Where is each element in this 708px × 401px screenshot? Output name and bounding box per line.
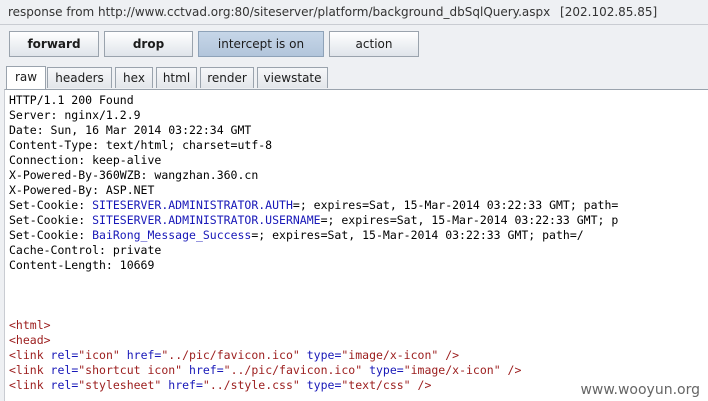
href-value: "../pic/favicon.ico" — [161, 348, 300, 362]
tab-render[interactable]: render — [200, 67, 254, 88]
cookie-attributes: =; expires=Sat, 15-Mar-2014 03:22:33 GMT… — [292, 198, 619, 212]
set-cookie-prefix: Set-Cookie: — [9, 228, 93, 242]
tab-raw[interactable]: raw — [6, 66, 46, 89]
watermark: www.wooyun.org — [578, 382, 702, 398]
cookie-attributes: =; expires=Sat, 15-Mar-2014 03:22:33 GMT… — [320, 213, 619, 227]
tab-html[interactable]: html — [156, 67, 197, 88]
href-value: "../pic/favicon.ico" — [223, 363, 363, 377]
type-value: "image/x-icon" — [403, 363, 501, 377]
date-header: Date: Sun, 16 Mar 2014 03:22:34 GMT — [9, 123, 252, 137]
type-value: "text/css" — [341, 378, 411, 392]
href-attribute: href= — [119, 348, 162, 362]
head-open-tag: <head> — [9, 333, 51, 347]
action-button[interactable]: action — [329, 31, 419, 57]
link-tag-line: <link rel="stylesheet" href="../style.cs… — [9, 378, 431, 393]
cache-control-header: Cache-Control: private — [9, 243, 162, 257]
toolbar: forward drop intercept is on action — [0, 25, 708, 63]
link-tag-close: /> — [438, 348, 460, 362]
set-cookie-prefix: Set-Cookie: — [9, 198, 93, 212]
cookie-attributes: =; expires=Sat, 15-Mar-2014 03:22:33 GMT… — [251, 228, 584, 242]
rel-attribute: rel= — [43, 348, 79, 362]
href-value: "../style.css" — [202, 378, 300, 392]
tab-headers[interactable]: headers — [47, 67, 112, 88]
href-attribute: href= — [182, 363, 224, 377]
rel-attribute: rel= — [43, 363, 79, 377]
set-cookie-line: Set-Cookie: SITESERVER.ADMINISTRATOR.USE… — [9, 213, 618, 228]
html-open-tag: <html> — [9, 318, 51, 332]
response-header-bar: response from http://www.cctvad.org:80/s… — [0, 0, 708, 25]
rel-value: "icon" — [78, 348, 120, 362]
link-tag-open: <link — [9, 378, 44, 392]
content-type-header: Content-Type: text/html; charset=utf-8 — [9, 138, 273, 152]
link-tag-close: /> — [500, 363, 522, 377]
set-cookie-line: Set-Cookie: BaiRong_Message_Success=; ex… — [9, 228, 584, 243]
cookie-name: SITESERVER.ADMINISTRATOR.USERNAME — [92, 213, 321, 227]
link-tag-close: /> — [410, 378, 432, 392]
rel-value: "stylesheet" — [78, 378, 162, 392]
server-header: Server: nginx/1.2.9 — [9, 108, 141, 122]
href-attribute: href= — [161, 378, 203, 392]
cookie-name: BaiRong_Message_Success — [92, 228, 252, 242]
response-url-label: response from http://www.cctvad.org:80/s… — [8, 5, 551, 19]
view-tabs: raw headers hex html render viewstate — [0, 64, 708, 89]
drop-button[interactable]: drop — [104, 31, 193, 57]
tab-hex[interactable]: hex — [115, 67, 153, 88]
set-cookie-prefix: Set-Cookie: — [9, 213, 93, 227]
forward-button[interactable]: forward — [9, 31, 99, 57]
content-length-header: Content-Length: 10669 — [9, 258, 155, 272]
link-tag-line: <link rel="shortcut icon" href="../pic/f… — [9, 363, 521, 378]
rel-value: "shortcut icon" — [78, 363, 183, 377]
link-tag-open: <link — [9, 363, 44, 377]
type-attribute: type= — [362, 363, 404, 377]
tab-viewstate[interactable]: viewstate — [257, 67, 328, 88]
powered-by-360-header: X-Powered-By-360WZB: wangzhan.360.cn — [9, 168, 259, 182]
type-attribute: type= — [299, 348, 342, 362]
raw-response-pane[interactable]: HTTP/1.1 200 Found Server: nginx/1.2.9 D… — [4, 89, 708, 401]
intercept-toggle-button[interactable]: intercept is on — [198, 31, 324, 57]
type-value: "image/x-icon" — [341, 348, 439, 362]
set-cookie-line: Set-Cookie: SITESERVER.ADMINISTRATOR.AUT… — [9, 198, 618, 213]
link-tag-open: <link — [9, 348, 44, 362]
link-tag-line: <link rel="icon" href="../pic/favicon.ic… — [9, 348, 459, 363]
type-attribute: type= — [299, 378, 342, 392]
cookie-name: SITESERVER.ADMINISTRATOR.AUTH — [92, 198, 293, 212]
status-line: HTTP/1.1 200 Found — [9, 93, 134, 107]
powered-by-header: X-Powered-By: ASP.NET — [9, 183, 155, 197]
response-ip: [202.102.85.85] — [560, 5, 658, 19]
connection-header: Connection: keep-alive — [9, 153, 162, 167]
rel-attribute: rel= — [43, 378, 79, 392]
